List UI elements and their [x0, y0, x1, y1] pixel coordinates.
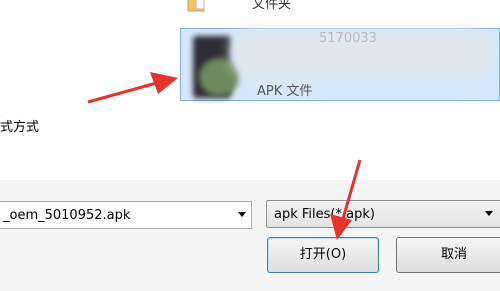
chevron-down-icon[interactable]: [238, 212, 246, 217]
filetype-value: apk Files(*.apk): [274, 207, 375, 222]
selected-apk-file[interactable]: 5170033 APK 文件: [180, 28, 500, 101]
folder-label: 文件夹: [252, 0, 292, 12]
chevron-down-icon[interactable]: [485, 211, 493, 216]
cancel-button[interactable]: 取消: [396, 237, 500, 273]
filename-input[interactable]: _oem_5010952.apk: [0, 201, 252, 229]
folder-icon: [187, 0, 205, 12]
filetype-select[interactable]: apk Files(*.apk): [266, 200, 500, 228]
open-method-label: 式方式: [0, 120, 40, 135]
filename-value: _oem_5010952.apk: [3, 208, 131, 223]
file-name: 5170033: [319, 31, 377, 46]
file-type-label: APK 文件: [257, 84, 313, 99]
file-list-pane: 文件夹 5170033 APK 文件: [0, 0, 500, 180]
apk-file-icon: [193, 36, 239, 98]
open-button[interactable]: 打开(O): [267, 237, 379, 273]
